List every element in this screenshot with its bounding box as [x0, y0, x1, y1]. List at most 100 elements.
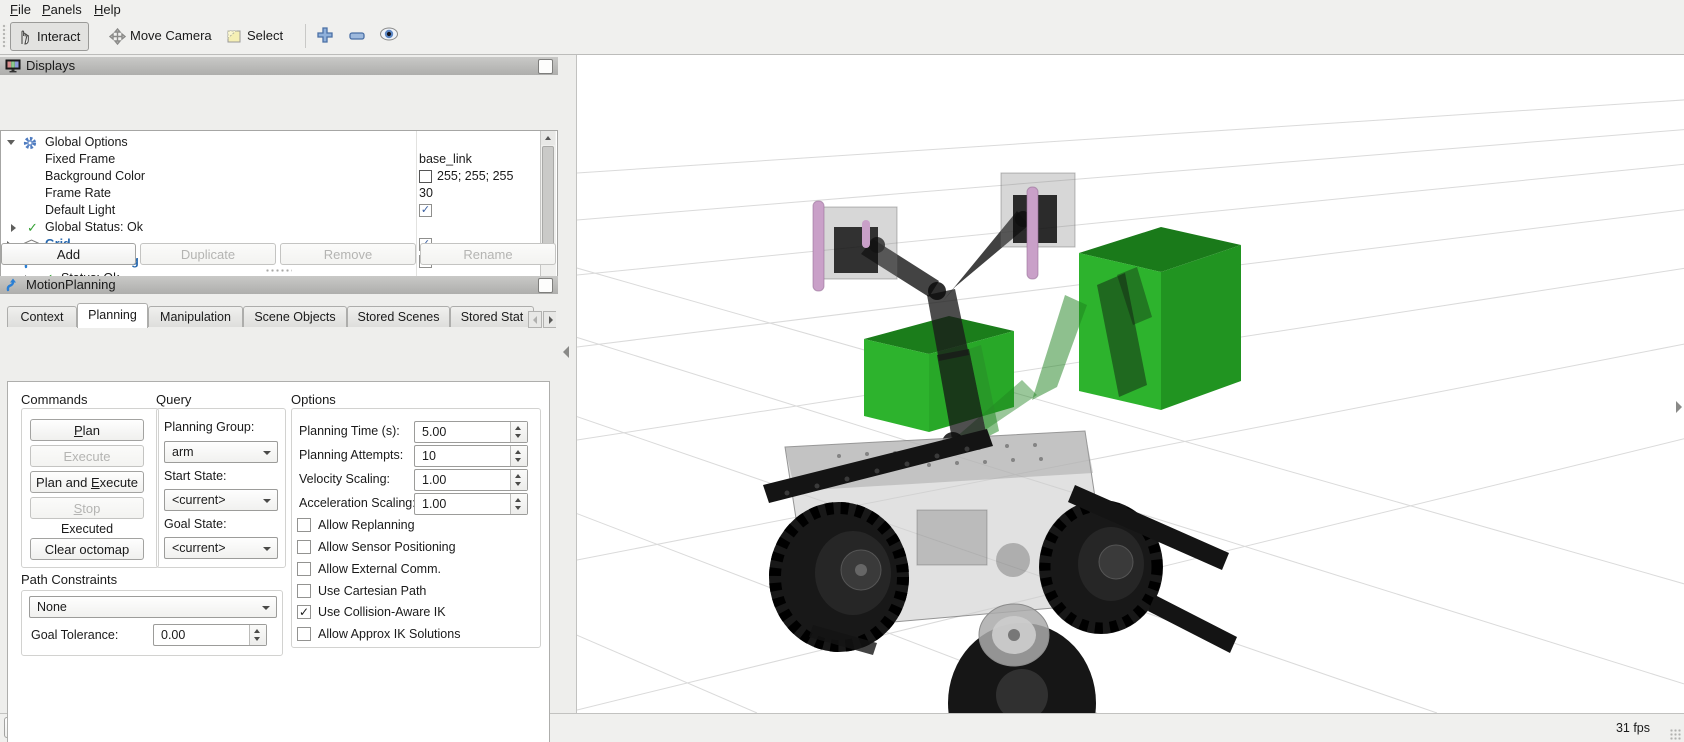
menu-panels[interactable]: Panels	[38, 1, 86, 18]
motionplanning-float-button[interactable]	[538, 278, 553, 293]
use-cartesian-path-checkbox[interactable]	[297, 584, 311, 598]
acceleration-scaling-label: Acceleration Scaling:	[299, 496, 416, 510]
green-box-right[interactable]	[1079, 227, 1241, 410]
spin-up-icon[interactable]	[515, 426, 521, 430]
tree-row-global-status[interactable]: ✓ Global Status: Ok	[1, 219, 541, 236]
tree-row-fixed-frame[interactable]: Fixed Frame base_link	[1, 151, 541, 168]
panel-splitter-handle[interactable]	[266, 269, 292, 273]
move-camera-tool-button[interactable]: Move Camera	[104, 22, 220, 49]
select-tool-button[interactable]: Select	[221, 22, 291, 49]
remove-display-button[interactable]: Remove	[280, 243, 416, 265]
spin-down-icon[interactable]	[515, 434, 521, 438]
executed-label: Executed	[30, 522, 144, 536]
start-state-select[interactable]: <current>	[164, 489, 278, 511]
tab-stored-scenes[interactable]: Stored Scenes	[347, 306, 450, 327]
tab-manipulation[interactable]: Manipulation	[148, 306, 243, 327]
allow-sensor-positioning-checkbox[interactable]	[297, 540, 311, 554]
plan-and-execute-rest: xecute	[100, 475, 138, 490]
tree-value-frame-rate[interactable]: 30	[419, 185, 433, 202]
tab-stored-states[interactable]: Stored Stat	[450, 306, 534, 327]
plan-and-execute-button[interactable]: Plan and Execute	[30, 471, 144, 493]
chevron-down-icon	[263, 451, 271, 455]
acceleration-scaling-value: 1.00	[422, 497, 446, 511]
size-grip[interactable]	[1670, 729, 1682, 741]
spin-down-icon[interactable]	[515, 482, 521, 486]
remove-tool-button[interactable]	[347, 29, 367, 41]
goal-tolerance-spinbox[interactable]: 0.00	[153, 624, 267, 646]
displays-scrollbar[interactable]	[540, 131, 556, 292]
scroll-up-button[interactable]	[541, 131, 555, 145]
splitter-collapse-right-arrow[interactable]	[1676, 401, 1682, 413]
tab-context[interactable]: Context	[7, 306, 77, 327]
expander-right-icon[interactable]	[11, 224, 16, 232]
tree-row-background-color[interactable]: Background Color 255; 255; 255	[1, 168, 541, 185]
tree-label-default-light: Default Light	[45, 202, 115, 219]
rename-display-button[interactable]: Rename	[420, 243, 556, 265]
displays-panel-titlebar[interactable]: Displays	[0, 57, 558, 75]
menu-panels-label: anels	[51, 2, 82, 17]
chevron-down-icon	[262, 606, 270, 610]
add-display-button[interactable]: Add	[1, 243, 136, 265]
allow-sensor-positioning-label: Allow Sensor Positioning	[318, 540, 456, 554]
focus-camera-tool-button[interactable]	[379, 26, 399, 42]
displays-float-button[interactable]	[538, 59, 553, 74]
stop-button[interactable]: Stop	[30, 497, 144, 519]
goal-state-select[interactable]: <current>	[164, 537, 278, 559]
stop-button-label: top	[82, 501, 100, 516]
color-swatch[interactable]	[419, 170, 432, 183]
velocity-scaling-label: Velocity Scaling:	[299, 472, 390, 486]
spin-up-icon[interactable]	[515, 450, 521, 454]
render-viewport-3d[interactable]	[576, 55, 1684, 713]
motionplanning-panel-titlebar[interactable]: MotionPlanning	[0, 276, 558, 294]
tree-row-default-light[interactable]: Default Light	[1, 202, 541, 219]
toolbar-drag-handle[interactable]	[2, 24, 7, 48]
tab-scene-objects[interactable]: Scene Objects	[243, 306, 347, 327]
planning-tab-content: Commands Plan Execute Plan and Execute S…	[7, 381, 550, 742]
tree-row-frame-rate[interactable]: Frame Rate 30	[1, 185, 541, 202]
allow-external-comm-checkbox[interactable]	[297, 562, 311, 576]
goal-tolerance-label: Goal Tolerance:	[31, 628, 118, 642]
left-panel-column: Displays Global Options Fixed Frame base…	[0, 55, 558, 705]
menu-help[interactable]: Help	[90, 1, 125, 18]
allow-approx-ik-label: Allow Approx IK Solutions	[318, 627, 460, 641]
path-constraints-select[interactable]: None	[29, 596, 277, 618]
spin-up-icon[interactable]	[515, 474, 521, 478]
chevron-left-icon	[533, 316, 537, 324]
acceleration-scaling-spinbox[interactable]: 1.00	[414, 493, 528, 515]
robot-rover[interactable]	[763, 429, 1237, 713]
tab-scroll-right-button[interactable]	[543, 311, 556, 328]
add-tool-button[interactable]	[315, 25, 335, 45]
move-arrows-icon	[109, 27, 126, 44]
rviz-window: File Panels Help Interact Move Camera	[0, 0, 1684, 742]
spin-up-icon[interactable]	[515, 498, 521, 502]
allow-approx-ik-checkbox[interactable]	[297, 627, 311, 641]
path-constraints-value: None	[37, 600, 67, 614]
expander-down-icon[interactable]	[7, 140, 15, 145]
spin-down-icon[interactable]	[254, 637, 260, 641]
spin-down-icon[interactable]	[515, 506, 521, 510]
velocity-scaling-spinbox[interactable]: 1.00	[414, 469, 528, 491]
execute-button[interactable]: Execute	[30, 445, 144, 467]
tree-value-fixed-frame[interactable]: base_link	[419, 151, 472, 168]
default-light-checkbox[interactable]	[419, 204, 432, 217]
allow-replanning-checkbox[interactable]	[297, 518, 311, 532]
tab-scroll-left-button[interactable]	[528, 311, 542, 328]
toolbar-separator	[305, 24, 306, 48]
splitter-collapse-left-arrow[interactable]	[563, 346, 569, 358]
spin-down-icon[interactable]	[515, 458, 521, 462]
duplicate-display-button[interactable]: Duplicate	[140, 243, 276, 265]
clear-octomap-button[interactable]: Clear octomap	[30, 538, 144, 560]
menu-file-mnemonic: F	[10, 2, 18, 17]
use-collision-aware-ik-checkbox[interactable]	[297, 605, 311, 619]
plan-button[interactable]: Plan	[30, 419, 144, 441]
spin-up-icon[interactable]	[254, 629, 260, 633]
tree-row-global-options[interactable]: Global Options	[1, 134, 541, 151]
planning-attempts-spinbox[interactable]: 10	[414, 445, 528, 467]
status-ok-check-icon: ✓	[27, 219, 41, 233]
tree-value-background-color[interactable]: 255; 255; 255	[437, 168, 513, 185]
menu-file[interactable]: File	[6, 1, 35, 18]
interact-tool-button[interactable]: Interact	[10, 22, 89, 51]
planning-group-select[interactable]: arm	[164, 441, 278, 463]
tab-planning[interactable]: Planning	[77, 303, 148, 328]
planning-time-spinbox[interactable]: 5.00	[414, 421, 528, 443]
